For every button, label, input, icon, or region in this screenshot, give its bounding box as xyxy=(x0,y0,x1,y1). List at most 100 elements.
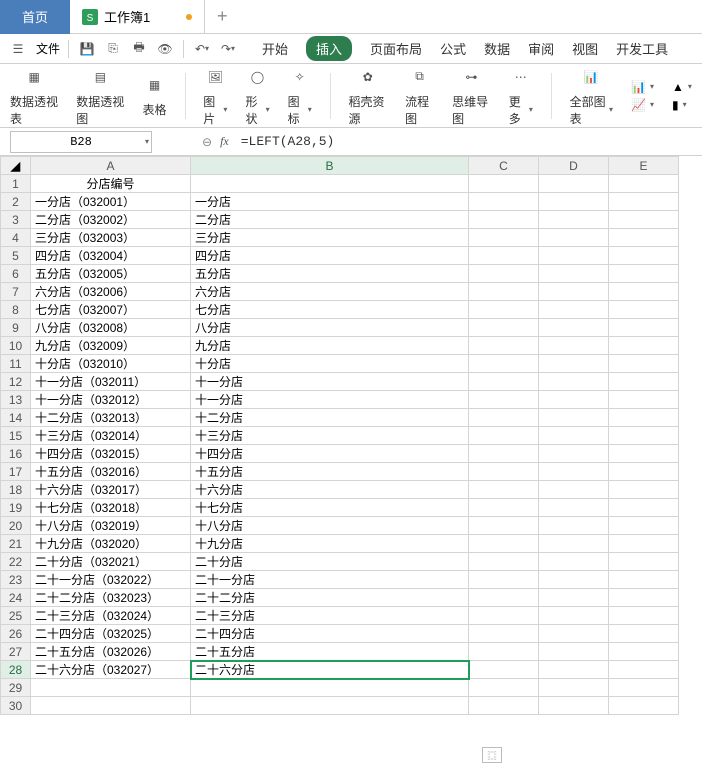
tab-data[interactable]: 数据 xyxy=(484,39,510,58)
cell-B26[interactable]: 二十四分店 xyxy=(191,625,469,643)
cell-E11[interactable] xyxy=(609,355,679,373)
row-header-2[interactable]: 2 xyxy=(1,193,31,211)
col-header-D[interactable]: D xyxy=(539,157,609,175)
cell-B29[interactable] xyxy=(191,679,469,697)
cell-C19[interactable] xyxy=(469,499,539,517)
cell-C13[interactable] xyxy=(469,391,539,409)
row-header-19[interactable]: 19 xyxy=(1,499,31,517)
cell-B7[interactable]: 六分店 xyxy=(191,283,469,301)
cell-A8[interactable]: 七分店（032007） xyxy=(31,301,191,319)
cell-D8[interactable] xyxy=(539,301,609,319)
row-header-16[interactable]: 16 xyxy=(1,445,31,463)
cell-E23[interactable] xyxy=(609,571,679,589)
tab-view[interactable]: 视图 xyxy=(572,39,598,58)
cell-E14[interactable] xyxy=(609,409,679,427)
redo-icon[interactable]: ↷▾ xyxy=(218,39,238,59)
cell-D20[interactable] xyxy=(539,517,609,535)
cell-D14[interactable] xyxy=(539,409,609,427)
cell-B27[interactable]: 二十五分店 xyxy=(191,643,469,661)
row-header-8[interactable]: 8 xyxy=(1,301,31,319)
cell-A13[interactable]: 十一分店（032012） xyxy=(31,391,191,409)
cell-C3[interactable] xyxy=(469,211,539,229)
cell-C28[interactable] xyxy=(469,661,539,679)
cell-E9[interactable] xyxy=(609,319,679,337)
cell-E24[interactable] xyxy=(609,589,679,607)
cell-C27[interactable] xyxy=(469,643,539,661)
cell-B16[interactable]: 十四分店 xyxy=(191,445,469,463)
undo-icon[interactable]: ↶▾ xyxy=(192,39,212,59)
row-header-1[interactable]: 1 xyxy=(1,175,31,193)
row-header-11[interactable]: 11 xyxy=(1,355,31,373)
cell-D15[interactable] xyxy=(539,427,609,445)
cell-E22[interactable] xyxy=(609,553,679,571)
cell-B28[interactable]: 二十六分店 xyxy=(191,661,469,679)
col-header-E[interactable]: E xyxy=(609,157,679,175)
cell-B19[interactable]: 十七分店 xyxy=(191,499,469,517)
cell-A28[interactable]: 二十六分店（032027） xyxy=(31,661,191,679)
cell-D25[interactable] xyxy=(539,607,609,625)
cell-C29[interactable] xyxy=(469,679,539,697)
cell-B4[interactable]: 三分店 xyxy=(191,229,469,247)
cell-C14[interactable] xyxy=(469,409,539,427)
cell-A1[interactable]: 分店编号 xyxy=(31,175,191,193)
cell-E30[interactable] xyxy=(609,697,679,715)
cell-C2[interactable] xyxy=(469,193,539,211)
row-header-3[interactable]: 3 xyxy=(1,211,31,229)
cell-B5[interactable]: 四分店 xyxy=(191,247,469,265)
row-header-25[interactable]: 25 xyxy=(1,607,31,625)
cell-E29[interactable] xyxy=(609,679,679,697)
autofill-options-icon[interactable]: ⿴ xyxy=(482,747,502,763)
print-preview-icon[interactable]: 👁 xyxy=(155,39,175,59)
cell-D19[interactable] xyxy=(539,499,609,517)
cell-D23[interactable] xyxy=(539,571,609,589)
select-all-corner[interactable]: ◢ xyxy=(1,157,31,175)
row-header-7[interactable]: 7 xyxy=(1,283,31,301)
cell-D10[interactable] xyxy=(539,337,609,355)
cell-C21[interactable] xyxy=(469,535,539,553)
cell-C15[interactable] xyxy=(469,427,539,445)
row-header-13[interactable]: 13 xyxy=(1,391,31,409)
cell-D28[interactable] xyxy=(539,661,609,679)
row-header-12[interactable]: 12 xyxy=(1,373,31,391)
cell-A25[interactable]: 二十三分店（032024） xyxy=(31,607,191,625)
all-charts-button[interactable]: 📊 全部图表▾ xyxy=(570,65,613,127)
cell-B1[interactable] xyxy=(191,175,469,193)
cell-C24[interactable] xyxy=(469,589,539,607)
cell-D5[interactable] xyxy=(539,247,609,265)
area-chart-shortcut[interactable]: ▲▾ xyxy=(672,80,692,94)
row-header-23[interactable]: 23 xyxy=(1,571,31,589)
cell-B8[interactable]: 七分店 xyxy=(191,301,469,319)
cell-C22[interactable] xyxy=(469,553,539,571)
cell-B20[interactable]: 十八分店 xyxy=(191,517,469,535)
cell-C7[interactable] xyxy=(469,283,539,301)
cell-B11[interactable]: 十分店 xyxy=(191,355,469,373)
cell-D4[interactable] xyxy=(539,229,609,247)
row-header-29[interactable]: 29 xyxy=(1,679,31,697)
cell-A20[interactable]: 十八分店（032019） xyxy=(31,517,191,535)
row-header-15[interactable]: 15 xyxy=(1,427,31,445)
cell-D26[interactable] xyxy=(539,625,609,643)
cell-C30[interactable] xyxy=(469,697,539,715)
row-header-5[interactable]: 5 xyxy=(1,247,31,265)
cell-D24[interactable] xyxy=(539,589,609,607)
tab-formulas[interactable]: 公式 xyxy=(440,39,466,58)
cell-E21[interactable] xyxy=(609,535,679,553)
cell-A9[interactable]: 八分店（032008） xyxy=(31,319,191,337)
cell-D16[interactable] xyxy=(539,445,609,463)
cell-C17[interactable] xyxy=(469,463,539,481)
formula-input[interactable]: =LEFT(A28,5) xyxy=(241,134,335,149)
cell-A27[interactable]: 二十五分店（032026） xyxy=(31,643,191,661)
hamburger-icon[interactable]: ☰ xyxy=(8,39,28,59)
pivot-chart-button[interactable]: ▤ 数据透视图 xyxy=(76,65,124,127)
cell-C23[interactable] xyxy=(469,571,539,589)
cell-A11[interactable]: 十分店（032010） xyxy=(31,355,191,373)
row-header-6[interactable]: 6 xyxy=(1,265,31,283)
zoom-out-icon[interactable]: ⊖ xyxy=(202,135,212,149)
tab-page-layout[interactable]: 页面布局 xyxy=(370,39,422,58)
row-header-9[interactable]: 9 xyxy=(1,319,31,337)
row-header-4[interactable]: 4 xyxy=(1,229,31,247)
cell-D13[interactable] xyxy=(539,391,609,409)
save-icon[interactable]: 💾 xyxy=(77,39,97,59)
cell-D11[interactable] xyxy=(539,355,609,373)
cell-A24[interactable]: 二十二分店（032023） xyxy=(31,589,191,607)
